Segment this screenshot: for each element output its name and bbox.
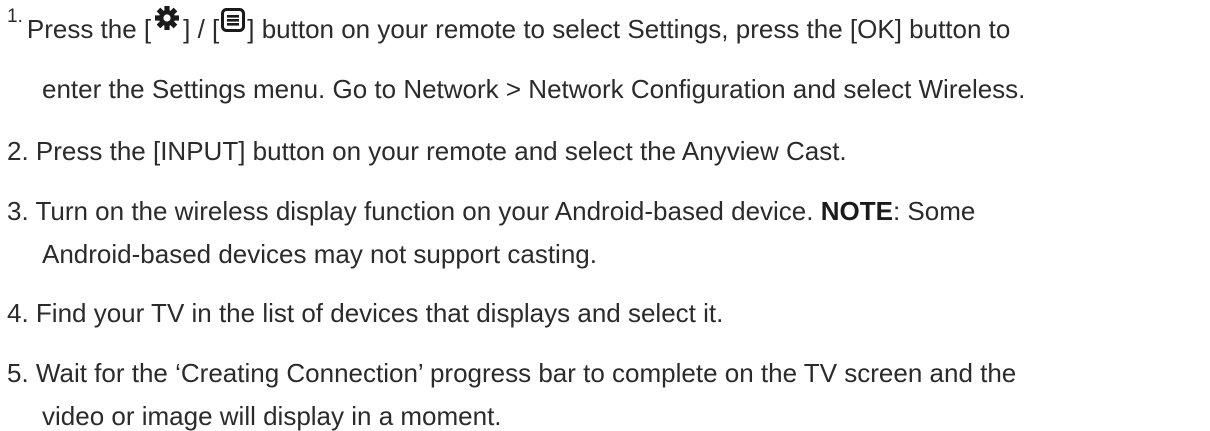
step-text: ] / [ (183, 14, 220, 44)
step-number: 5. (7, 358, 29, 388)
step-5-line-1: 5. Wait for the ‘Creating Connection’ pr… (7, 358, 1016, 388)
step-text: Turn on the wireless display function on… (35, 196, 821, 226)
step-text: Press the [INPUT] button on your remote … (35, 136, 847, 166)
step-1-line-2: enter the Settings menu. Go to Network >… (42, 74, 1026, 104)
step-text: Press the [ (26, 14, 152, 44)
step-1-line-1: 1. Press the [ ] / [] button on your re… (7, 6, 1011, 48)
step-text: Find your TV in the list of devices that… (35, 298, 724, 328)
step-number: 1. (7, 6, 23, 27)
step-3-line-1: 3. Turn on the wireless display function… (7, 196, 975, 226)
step-number: 2. (7, 136, 29, 166)
gear-icon (152, 5, 183, 37)
step-4: 4. Find your TV in the list of devices t… (7, 298, 723, 328)
instruction-steps: 1. Press the [ ] / [] button on your re… (0, 0, 1210, 431)
step-3-line-2: Android-based devices may not support ca… (42, 239, 597, 269)
step-2: 2. Press the [INPUT] button on your remo… (7, 136, 847, 166)
step-5-line-2: video or image will display in a moment. (42, 401, 502, 431)
menu-icon (221, 8, 246, 38)
step-number: 3. (7, 196, 29, 226)
step-text: Wait for the ‘Creating Connection’ progr… (35, 358, 1017, 388)
note-label: NOTE (820, 196, 893, 226)
step-text: : Some (892, 196, 976, 226)
step-number: 4. (7, 298, 29, 328)
step-text: ] button on your remote to select Settin… (247, 14, 1011, 44)
